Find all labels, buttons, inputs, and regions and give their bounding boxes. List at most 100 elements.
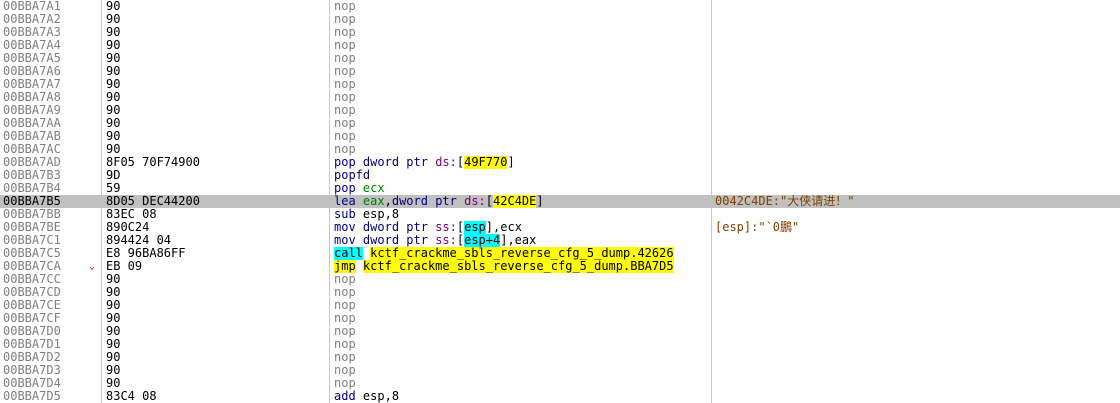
address-cell: 00BBA7D5: [3, 390, 61, 403]
mnemonic: sub: [334, 208, 356, 221]
bytes-cell: 83EC 08: [106, 208, 157, 221]
table-row[interactable]: 00BBA7D4 90 nop: [0, 377, 1120, 390]
operand-tail: ]: [536, 195, 544, 208]
table-row[interactable]: 00BBA7A1 90 nop: [0, 0, 1120, 13]
bytes-cell: 90: [106, 351, 121, 364]
table-row[interactable]: 00BBA7D0 90 nop: [0, 325, 1120, 338]
table-row[interactable]: 00BBA7A4 90 nop: [0, 39, 1120, 52]
table-row[interactable]: 00BBA7A8 90 nop: [0, 91, 1120, 104]
disassembly-cell: lea eax,dword ptr ds:[42C4DE]: [334, 195, 544, 208]
bytes-cell: 90: [106, 312, 121, 325]
table-row[interactable]: 00BBA7B4 59 pop ecx: [0, 182, 1120, 195]
mnemonic: nop: [334, 143, 356, 156]
address-cell: 00BBA7D1: [3, 338, 61, 351]
address-cell: 00BBA7A3: [3, 26, 61, 39]
table-row[interactable]: 00BBA7C1 894424 04 mov dword ptr ss:[esp+4…: [0, 234, 1120, 247]
address-cell: 00BBA7AC: [3, 143, 61, 156]
bytes-cell: 90: [106, 325, 121, 338]
memory-address[interactable]: 49F770: [464, 156, 508, 169]
mnemonic: mov: [334, 234, 356, 247]
address-cell: 00BBA7A7: [3, 78, 61, 91]
disassembly-cell: nop: [334, 273, 710, 286]
mnemonic: call: [334, 247, 363, 260]
operand-tail: ]: [507, 156, 515, 169]
operand-size: dword ptr: [362, 221, 428, 234]
disassembly-view[interactable]: 00BBA7A1 90 nop 00BBA7A2 90 nop 00BBA7A3 90 nop 0…: [0, 0, 1120, 403]
mnemonic: nop: [334, 39, 356, 52]
disassembly-cell: nop: [334, 312, 710, 325]
disassembly-cell: nop: [334, 338, 710, 351]
bytes-cell: 83C4 08: [106, 390, 157, 403]
bytes-cell: 90: [106, 364, 121, 377]
disassembly-cell: pop ecx: [334, 182, 710, 195]
mnemonic: nop: [334, 104, 356, 117]
table-row[interactable]: 00BBA7CE 90 nop: [0, 299, 1120, 312]
table-row[interactable]: 00BBA7A9 90 nop: [0, 104, 1120, 117]
table-row[interactable]: 00BBA7D1 90 nop: [0, 338, 1120, 351]
mnemonic: nop: [334, 286, 356, 299]
table-row[interactable]: 00BBA7D5 83C4 08 add esp,8: [0, 390, 1120, 403]
address-cell: 00BBA7B5: [3, 195, 61, 208]
table-row[interactable]: 00BBA7AC 90 nop: [0, 143, 1120, 156]
table-row[interactable]: 00BBA7CA ⌄ EB 09 jmp kctf_crackme_sbls_reve…: [0, 260, 1120, 273]
table-row[interactable]: 00BBA7A2 90 nop: [0, 13, 1120, 26]
mnemonic: nop: [334, 117, 356, 130]
bytes-cell: 90: [106, 338, 121, 351]
bytes-cell: 90: [106, 39, 121, 52]
table-row[interactable]: 00BBA7CF 90 nop: [0, 312, 1120, 325]
bytes-cell: 59: [106, 182, 121, 195]
operand-tail: ],ecx: [485, 221, 522, 234]
bytes-cell: 890C24: [106, 221, 150, 234]
table-row[interactable]: 00BBA7B3 9D popfd: [0, 169, 1120, 182]
table-row[interactable]: 00BBA7A5 90 nop: [0, 52, 1120, 65]
disassembly-cell: nop: [334, 0, 710, 13]
address-cell: 00BBA7B3: [3, 169, 61, 182]
address-cell: 00BBA7CD: [3, 286, 61, 299]
mnemonic: nop: [334, 377, 356, 390]
segment: ss:: [435, 234, 457, 247]
table-row[interactable]: 00BBA7A7 90 nop: [0, 78, 1120, 91]
address-cell: 00BBA7A8: [3, 91, 61, 104]
table-row[interactable]: 00BBA7AB 90 nop: [0, 130, 1120, 143]
table-row[interactable]: 00BBA7BE 890C24 mov dword ptr ss:[esp],ecx…: [0, 221, 1120, 234]
mnemonic: nop: [334, 52, 356, 65]
bytes-cell: 90: [106, 13, 121, 26]
table-row[interactable]: 00BBA7AA 90 nop: [0, 117, 1120, 130]
mnemonic: nop: [334, 273, 356, 286]
mnemonic: nop: [334, 91, 356, 104]
mnemonic: pop: [334, 182, 356, 195]
disassembly-cell: add esp,8: [334, 390, 710, 403]
address-cell: 00BBA7C5: [3, 247, 61, 260]
bytes-cell: 894424 04: [106, 234, 172, 247]
jump-arrow-icon: ⌄: [89, 261, 96, 272]
disassembly-cell: nop: [334, 130, 710, 143]
table-row[interactable]: 00BBA7A6 90 nop: [0, 65, 1120, 78]
table-row[interactable]: 00BBA7C5 E8 96BA86FF call kctf_crackme_sbl…: [0, 247, 1120, 260]
table-row[interactable]: 00BBA7AD 8F05 70F74900 pop dword ptr ds:[4…: [0, 156, 1120, 169]
disassembly-cell: mov dword ptr ss:[esp],ecx: [334, 221, 710, 234]
mnemonic: nop: [334, 299, 356, 312]
table-row[interactable]: 00BBA7CC 90 nop: [0, 273, 1120, 286]
call-target[interactable]: kctf_crackme_sbls_reverse_cfg_5_dump.BBA…: [362, 260, 674, 273]
disassembly-cell: sub esp,8: [334, 208, 710, 221]
table-row[interactable]: 00BBA7D2 90 nop: [0, 351, 1120, 364]
table-row[interactable]: 00BBA7BB 83EC 08 sub esp,8: [0, 208, 1120, 221]
table-row[interactable]: 00BBA7A3 90 nop: [0, 26, 1120, 39]
disassembly-cell: nop: [334, 39, 710, 52]
bytes-cell: 90: [106, 143, 121, 156]
disassembly-cell: nop: [334, 52, 710, 65]
table-row[interactable]: 00BBA7CD 90 nop: [0, 286, 1120, 299]
table-row[interactable]: 00BBA7D3 90 nop: [0, 364, 1120, 377]
disassembly-cell: jmp kctf_crackme_sbls_reverse_cfg_5_dump…: [334, 260, 710, 273]
disassembly-cell: nop: [334, 351, 710, 364]
memory-address[interactable]: 42C4DE: [493, 195, 537, 208]
call-target[interactable]: kctf_crackme_sbls_reverse_cfg_5_dump.426…: [370, 247, 674, 260]
table-row[interactable]: 00BBA7B5 8D05 DEC44200 lea eax,dword ptr d…: [0, 195, 1120, 208]
bytes-cell: 90: [106, 52, 121, 65]
operand: esp,8: [362, 390, 400, 403]
mnemonic: nop: [334, 325, 356, 338]
mnemonic: lea: [334, 195, 356, 208]
address-cell: 00BBA7B4: [3, 182, 61, 195]
disassembly-cell: nop: [334, 65, 710, 78]
address-cell: 00BBA7AB: [3, 130, 61, 143]
